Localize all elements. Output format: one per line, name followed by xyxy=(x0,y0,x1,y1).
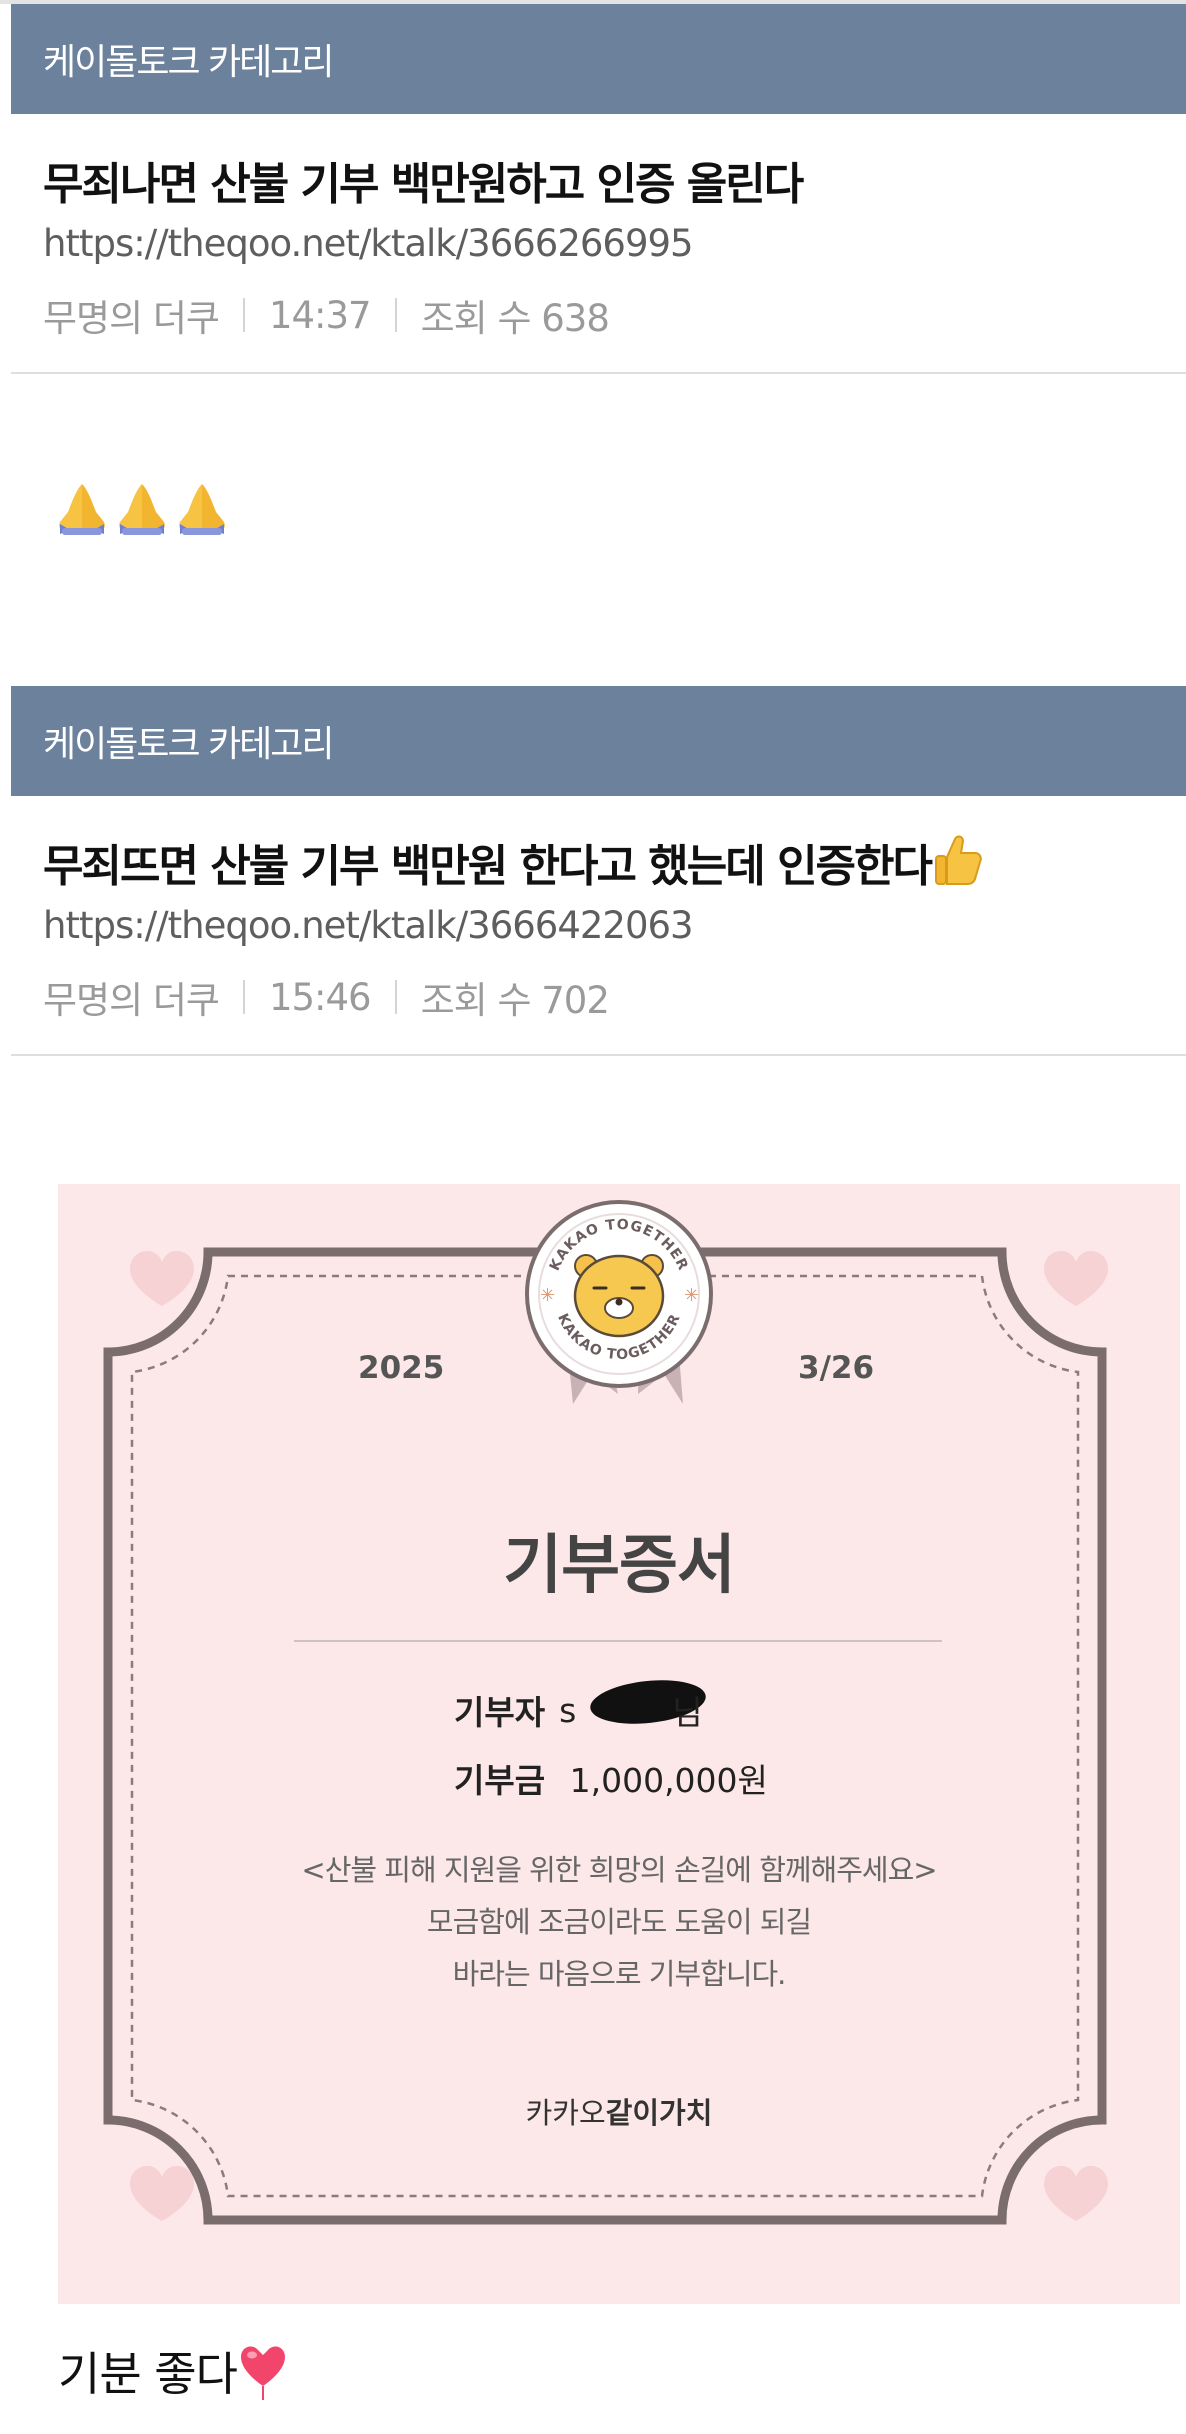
meta-separator xyxy=(242,980,245,1014)
brand-prefix: 카카오 xyxy=(525,2096,606,2130)
message-line: <산불 피해 지원을 위한 희망의 손길에 함께해주세요> xyxy=(301,1853,937,1887)
meta-separator xyxy=(394,298,397,332)
amount-row: 기부금 1,000,000원 xyxy=(454,1754,768,1802)
post-body-emoji xyxy=(56,478,228,536)
post-title-text: 무죄뜨면 산불 기부 백만원 한다고 했는데 인증한다 xyxy=(43,841,933,892)
certificate-year: 2025 xyxy=(358,1350,445,1386)
amount-label: 기부금 xyxy=(454,1761,546,1800)
post-author: 무명의 더쿠 xyxy=(43,979,220,1022)
closing-text: 기분 좋다 xyxy=(58,2347,238,2401)
character-icon xyxy=(573,1254,665,1338)
post-url[interactable]: https://theqoo.net/ktalk/3666422063 xyxy=(43,904,694,947)
message-line: 바라는 마음으로 기부합니다. xyxy=(452,1957,787,1991)
brand-bold: 같이가치 xyxy=(605,2096,713,2130)
category-label: 케이돌토크 카테고리 xyxy=(43,724,335,765)
certificate-frame: KAKAO TOGETHER KAKAO TOGETHER ✳ ✳ xyxy=(103,1200,1108,2225)
post-views: 조회 수 702 xyxy=(420,979,610,1022)
post-divider xyxy=(11,372,1186,374)
category-label: 케이돌토크 카테고리 xyxy=(43,42,335,83)
brand-label: 카카오같이가치 xyxy=(58,2090,1180,2132)
certificate-heading: 기부증서 xyxy=(503,1529,736,1603)
amount-value: 1,000,000원 xyxy=(569,1761,768,1800)
certificate-date: 3/26 xyxy=(798,1350,875,1386)
heading-rule xyxy=(294,1640,942,1642)
post-title[interactable]: 무죄뜨면 산불 기부 백만원 한다고 했는데 인증한다 xyxy=(43,830,983,894)
folded-hands-icon xyxy=(179,484,225,535)
post-time: 14:37 xyxy=(268,293,372,337)
post-divider xyxy=(11,1054,1186,1056)
post-views: 조회 수 638 xyxy=(420,297,610,340)
post-author: 무명의 더쿠 xyxy=(43,297,220,340)
donor-name-visible: s xyxy=(559,1690,577,1730)
post-meta: 무명의 더쿠 15:46 조회 수 702 xyxy=(43,970,610,1024)
donation-certificate: KAKAO TOGETHER KAKAO TOGETHER ✳ ✳ 2025 3… xyxy=(58,1184,1180,2304)
post-url[interactable]: https://theqoo.net/ktalk/3666266995 xyxy=(43,222,694,265)
svg-text:✳: ✳ xyxy=(540,1285,555,1306)
category-bar[interactable]: 케이돌토크 카테고리 xyxy=(11,4,1186,114)
meta-separator xyxy=(394,980,397,1014)
donor-suffix: 님 xyxy=(672,1693,703,1732)
thumbs-up-icon xyxy=(935,835,982,885)
message-line: 모금함에 조금이라도 도움이 되길 xyxy=(426,1905,812,1939)
svg-text:✳: ✳ xyxy=(684,1285,699,1306)
post-title[interactable]: 무죄나면 산불 기부 백만원하고 인증 올린다 xyxy=(43,148,804,212)
post-time: 15:46 xyxy=(268,975,372,1019)
category-bar[interactable]: 케이돌토크 카테고리 xyxy=(11,686,1186,796)
meta-separator xyxy=(242,298,245,332)
closing-line: 기분 좋다 xyxy=(58,2338,289,2404)
post-meta: 무명의 더쿠 14:37 조회 수 638 xyxy=(43,288,610,342)
folded-hands-icon xyxy=(59,484,105,535)
donor-label: 기부자 xyxy=(454,1693,546,1732)
heart-icon xyxy=(240,2346,285,2400)
folded-hands-icon xyxy=(119,484,165,535)
donor-row: 기부자 s 님 xyxy=(454,1686,703,1734)
certificate-message: <산불 피해 지원을 위한 희망의 손길에 함께해주세요> 모금함에 조금이라도… xyxy=(58,1844,1180,2000)
